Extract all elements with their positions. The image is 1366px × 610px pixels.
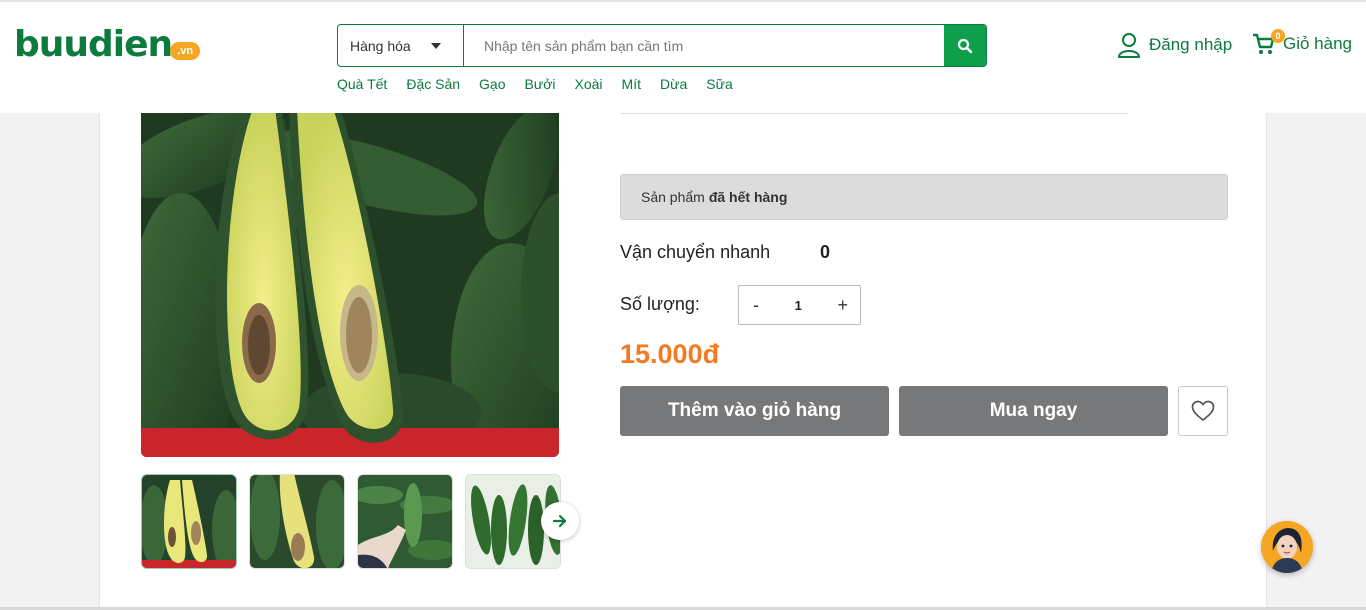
cart-icon-wrap: 0 [1252,29,1285,56]
logo-text: buudien [14,24,173,65]
site-header: buudien .vn Hàng hóa Quà Tết Đặc Sản Gạo… [0,0,1366,113]
avocado-halves-image [141,113,559,457]
thumbnail-2[interactable] [249,474,345,569]
quantity-stepper: - 1 + [738,285,861,325]
arrow-right-icon [552,514,567,528]
search-category-select[interactable]: Hàng hóa [338,25,464,66]
quantity-increase-button[interactable]: + [837,295,848,316]
product-price: 15.000đ [620,339,720,369]
logo-badge: .vn [170,42,201,60]
avocado-hand-thumb [358,475,452,568]
quantity-decrease-button[interactable]: - [753,295,759,316]
search-category-label: Hàng hóa [350,37,411,54]
search-button[interactable] [944,25,986,66]
shipping-label: Vận chuyển nhanh [620,242,771,262]
wishlist-button[interactable] [1178,386,1228,436]
login-link[interactable]: Đăng nhập [1117,32,1232,58]
thumbnail-3[interactable] [357,474,453,569]
quick-link-dac-san[interactable]: Đặc Sản [406,76,460,92]
divider [620,113,1128,114]
product-card: Sản phẩm đã hết hàng Vận chuyển nhanh 0 … [99,113,1267,610]
quick-link-dua[interactable]: Dừa [660,76,687,92]
quick-category-nav: Quà Tết Đặc Sản Gạo Bưởi Xoài Mít Dừa Sữ… [337,76,752,92]
user-icon [1118,33,1140,58]
add-to-cart-button[interactable]: Thêm vào giỏ hàng [620,386,889,436]
avocado-cut-thumb [250,475,344,568]
quantity-label: Số lượng: [620,294,700,314]
main-product-image[interactable] [141,113,559,457]
quick-link-xoai[interactable]: Xoài [575,76,603,92]
login-label: Đăng nhập [1149,35,1233,54]
cart-count-badge: 0 [1271,29,1285,43]
quick-link-mit[interactable]: Mít [622,76,641,92]
site-logo[interactable]: buudien .vn [14,24,201,65]
caret-down-icon [431,43,441,49]
stock-prefix: Sản phẩm [641,189,705,205]
gallery-next-button[interactable] [541,502,579,540]
stock-status: đã hết hàng [708,189,788,205]
quick-link-qua-tet[interactable]: Quà Tết [337,76,387,92]
avocado-halves-thumb [142,475,236,568]
heart-icon [1191,400,1215,421]
stock-status-box: Sản phẩm đã hết hàng [620,174,1228,220]
quantity-input[interactable]: 1 [795,298,802,313]
search-bar: Hàng hóa [337,24,987,67]
buy-now-button[interactable]: Mua ngay [899,386,1168,436]
search-icon [957,38,973,53]
cart-label: Giỏ hàng [1283,34,1352,53]
cart-link[interactable]: 0 Giỏ hàng [1252,29,1352,56]
quick-link-sua[interactable]: Sữa [706,76,733,92]
shipping-row: Vận chuyển nhanh 0 [620,242,830,263]
shipping-value: 0 [820,242,831,262]
chat-support-button[interactable] [1261,521,1313,573]
quick-link-gao[interactable]: Gạo [479,76,505,92]
thumbnail-1[interactable] [141,474,237,569]
quick-link-buoi[interactable]: Bưởi [525,76,556,92]
chat-avatar-icon [1261,521,1313,573]
search-input[interactable] [464,25,944,66]
thumbnail-strip [141,474,573,569]
